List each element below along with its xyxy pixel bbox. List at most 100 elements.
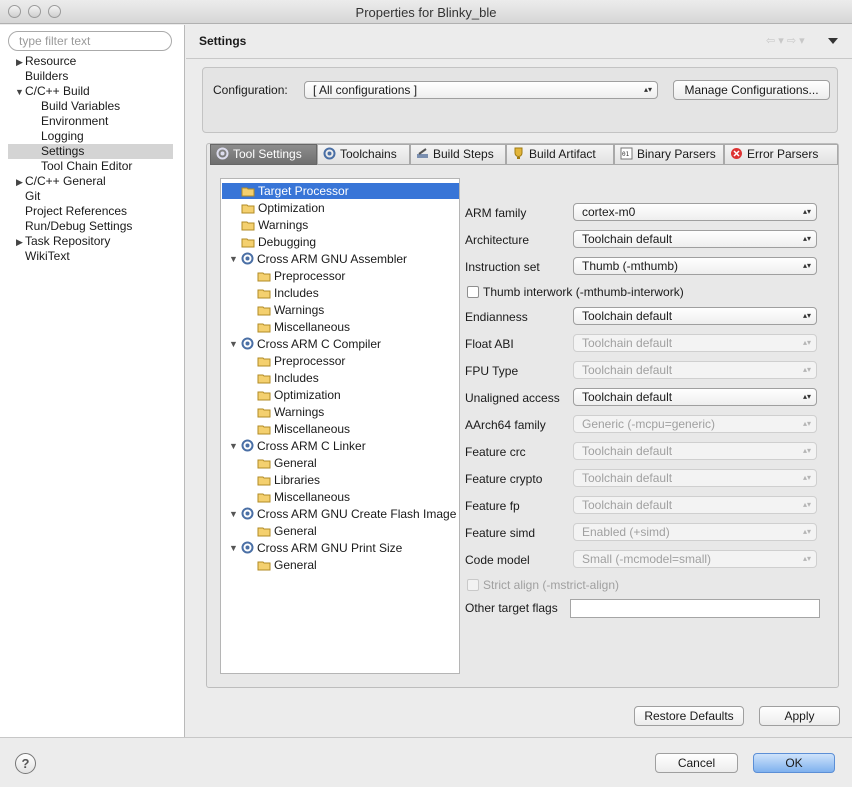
tree-item-c-linker[interactable]: Cross ARM C Linker bbox=[241, 438, 366, 454]
tree-item-linker-libraries[interactable]: Libraries bbox=[257, 472, 320, 488]
cancel-button[interactable]: Cancel bbox=[655, 753, 738, 773]
nav-item-resource[interactable]: Resource bbox=[25, 54, 76, 69]
arm-family-select[interactable]: cortex-m0 ▴▾ bbox=[573, 203, 817, 221]
nav-item-settings[interactable]: Settings bbox=[8, 144, 173, 159]
nav-item-build-variables[interactable]: Build Variables bbox=[41, 99, 120, 114]
manage-configurations-button[interactable]: Manage Configurations... bbox=[673, 80, 830, 100]
updown-arrows-icon: ▴▾ bbox=[802, 261, 811, 270]
ok-button[interactable]: OK bbox=[753, 753, 835, 773]
feature-crypto-label: Feature crypto bbox=[465, 472, 543, 486]
tab-build-steps[interactable]: Build Steps bbox=[410, 144, 506, 165]
nav-item-run-debug-settings[interactable]: Run/Debug Settings bbox=[25, 219, 132, 234]
tree-item-debugging[interactable]: Debugging bbox=[241, 234, 316, 250]
tree-item-asm-warnings[interactable]: Warnings bbox=[257, 302, 324, 318]
nav-item-task-repository[interactable]: Task Repository bbox=[25, 234, 110, 249]
nav-item-git[interactable]: Git bbox=[25, 189, 40, 204]
gear-icon bbox=[241, 252, 254, 265]
nav-item-builders[interactable]: Builders bbox=[25, 69, 68, 84]
thumb-interwork-label: Thumb interwork (-mthumb-interwork) bbox=[483, 285, 684, 299]
fpu-type-value: Toolchain default bbox=[582, 363, 673, 377]
tree-item-label: Includes bbox=[274, 286, 319, 300]
expand-arrow-icon[interactable]: ▶ bbox=[16, 237, 23, 248]
code-model-select: Small (-mcmodel=small) ▴▾ bbox=[573, 550, 817, 568]
properties-window: Properties for Blinky_ble type filter te… bbox=[0, 0, 852, 787]
nav-item-cpp-build[interactable]: C/C++ Build bbox=[25, 84, 90, 99]
apply-button[interactable]: Apply bbox=[759, 706, 840, 726]
endianness-select[interactable]: Toolchain default ▴▾ bbox=[573, 307, 817, 325]
instruction-set-value: Thumb (-mthumb) bbox=[582, 259, 679, 273]
tree-item-c-warnings[interactable]: Warnings bbox=[257, 404, 324, 420]
configuration-select[interactable]: [ All configurations ] ▴▾ bbox=[304, 81, 658, 99]
tree-item-linker-general[interactable]: General bbox=[257, 455, 317, 471]
tab-toolchains[interactable]: Toolchains bbox=[317, 144, 410, 165]
updown-arrows-icon: ▴▾ bbox=[643, 85, 652, 94]
expand-arrow-icon[interactable]: ▶ bbox=[16, 57, 23, 68]
window-title: Properties for Blinky_ble bbox=[355, 5, 497, 20]
configuration-value: [ All configurations ] bbox=[313, 83, 418, 97]
tree-item-target-processor[interactable]: Target Processor bbox=[222, 183, 459, 199]
thumb-interwork-checkbox[interactable] bbox=[467, 286, 479, 298]
feature-simd-select: Enabled (+simd) ▴▾ bbox=[573, 523, 817, 541]
build-steps-icon bbox=[417, 148, 428, 158]
unaligned-access-label: Unaligned access bbox=[465, 391, 560, 405]
collapse-arrow-icon[interactable]: ▼ bbox=[229, 441, 238, 451]
tree-item-label: Optimization bbox=[274, 388, 341, 402]
tree-item-asm-includes[interactable]: Includes bbox=[257, 285, 319, 301]
tree-item-c-compiler[interactable]: Cross ARM C Compiler bbox=[241, 336, 381, 352]
tree-item-label: Warnings bbox=[274, 405, 325, 419]
tree-item-print-size[interactable]: Cross ARM GNU Print Size bbox=[241, 540, 402, 556]
updown-arrows-icon: ▴▾ bbox=[802, 554, 811, 563]
tree-item-warnings[interactable]: Warnings bbox=[241, 217, 308, 233]
tab-tool-settings[interactable]: Tool Settings bbox=[210, 144, 317, 165]
other-target-flags-input[interactable] bbox=[570, 599, 820, 618]
nav-item-tool-chain-editor[interactable]: Tool Chain Editor bbox=[41, 159, 132, 174]
collapse-arrow-icon[interactable]: ▼ bbox=[229, 339, 238, 349]
folder-settings-icon bbox=[257, 493, 271, 503]
unaligned-access-select[interactable]: Toolchain default ▴▾ bbox=[573, 388, 817, 406]
back-forward-nav[interactable]: ⇦ ▾ ⇨ ▾ bbox=[766, 34, 805, 47]
tab-build-artifact[interactable]: Build Artifact bbox=[506, 144, 614, 165]
architecture-select[interactable]: Toolchain default ▴▾ bbox=[573, 230, 817, 248]
tree-item-asm-preprocessor[interactable]: Preprocessor bbox=[257, 268, 345, 284]
collapse-arrow-icon[interactable]: ▼ bbox=[229, 509, 238, 519]
filter-input[interactable]: type filter text bbox=[8, 31, 172, 51]
tree-item-asm-miscellaneous[interactable]: Miscellaneous bbox=[257, 319, 350, 335]
code-model-value: Small (-mcmodel=small) bbox=[582, 552, 712, 566]
tree-item-c-includes[interactable]: Includes bbox=[257, 370, 319, 386]
instruction-set-select[interactable]: Thumb (-mthumb) ▴▾ bbox=[573, 257, 817, 275]
help-icon[interactable]: ? bbox=[15, 753, 36, 774]
nav-item-wikitext[interactable]: WikiText bbox=[25, 249, 70, 264]
tree-item-linker-miscellaneous[interactable]: Miscellaneous bbox=[257, 489, 350, 505]
restore-defaults-button[interactable]: Restore Defaults bbox=[634, 706, 744, 726]
nav-item-project-references[interactable]: Project References bbox=[25, 204, 127, 219]
aarch64-family-select: Generic (-mcpu=generic) ▴▾ bbox=[573, 415, 817, 433]
tree-item-flash-general[interactable]: General bbox=[257, 523, 317, 539]
tree-item-c-optimization[interactable]: Optimization bbox=[257, 387, 341, 403]
nav-item-environment[interactable]: Environment bbox=[41, 114, 108, 129]
arm-family-label: ARM family bbox=[465, 206, 527, 220]
endianness-value: Toolchain default bbox=[582, 309, 673, 323]
tree-item-label: General bbox=[274, 524, 317, 538]
tree-item-assembler[interactable]: Cross ARM GNU Assembler bbox=[241, 251, 407, 267]
arm-family-value: cortex-m0 bbox=[582, 205, 636, 219]
expand-arrow-icon[interactable]: ▶ bbox=[16, 177, 23, 188]
tree-item-optimization[interactable]: Optimization bbox=[241, 200, 325, 216]
tab-error-parsers[interactable]: Error Parsers bbox=[724, 144, 838, 165]
collapse-arrow-icon[interactable]: ▼ bbox=[229, 543, 238, 553]
collapse-arrow-icon[interactable]: ▼ bbox=[15, 87, 24, 97]
strict-align-label: Strict align (-mstrict-align) bbox=[483, 578, 620, 592]
collapse-arrow-icon[interactable]: ▼ bbox=[229, 254, 238, 264]
updown-arrows-icon: ▴▾ bbox=[802, 207, 811, 216]
tab-binary-parsers[interactable]: 01 Binary Parsers bbox=[614, 144, 724, 165]
nav-item-cpp-general[interactable]: C/C++ General bbox=[25, 174, 106, 189]
view-menu-icon[interactable] bbox=[828, 38, 838, 45]
tree-item-c-preprocessor[interactable]: Preprocessor bbox=[257, 353, 345, 369]
tree-item-c-miscellaneous[interactable]: Miscellaneous bbox=[257, 421, 350, 437]
gear-icon bbox=[241, 337, 254, 350]
tree-item-print-size-general[interactable]: General bbox=[257, 557, 317, 573]
folder-settings-icon bbox=[241, 187, 255, 197]
gear-icon bbox=[241, 507, 254, 520]
tree-item-label: Includes bbox=[274, 371, 319, 385]
nav-item-logging[interactable]: Logging bbox=[41, 129, 84, 144]
tree-item-create-flash-image[interactable]: Cross ARM GNU Create Flash Image bbox=[241, 506, 456, 522]
